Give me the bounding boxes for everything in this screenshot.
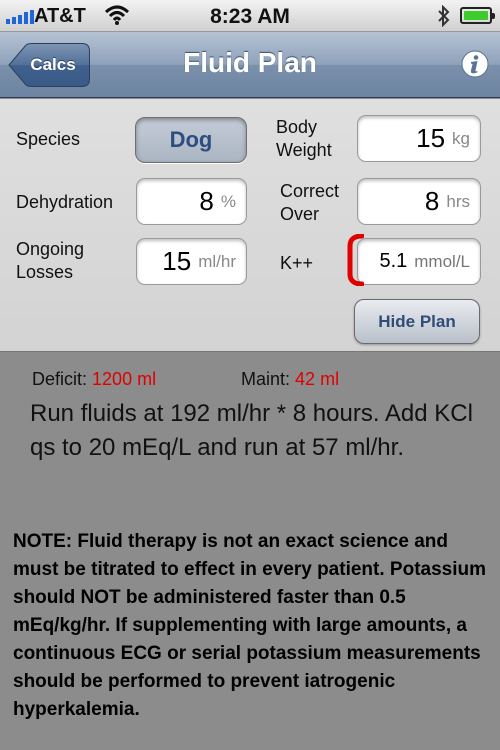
status-time: 8:23 AM — [210, 5, 290, 28]
note-text: NOTE: Fluid therapy is not an exact scie… — [13, 531, 486, 720]
correct-over-value: 8 — [424, 186, 440, 216]
potassium-label: K++ — [280, 253, 314, 273]
hide-plan-button[interactable]: Hide Plan — [354, 299, 480, 344]
results-panel: Deficit: 1200 ml Maint: 42 ml Run fluids… — [0, 353, 500, 750]
ongoing-losses-field[interactable]: 15 ml/hr — [136, 238, 247, 285]
species-button[interactable]: Dog — [135, 117, 247, 163]
body-weight-value: 15 — [416, 123, 446, 153]
navigation-bar: Calcs Fluid Plan — [0, 32, 500, 98]
dehydration-unit: % — [220, 191, 236, 211]
info-icon[interactable] — [460, 49, 490, 79]
dehydration-value: 8 — [199, 186, 214, 216]
potassium-value: 5.1 — [379, 250, 408, 272]
correct-over-unit: hrs — [446, 191, 470, 211]
maint-value: 42 ml — [295, 369, 340, 389]
bluetooth-icon — [438, 5, 450, 27]
maint-summary: Maint: 42 ml — [241, 369, 339, 390]
deficit-value: 1200 ml — [92, 369, 157, 389]
deficit-label: Deficit: — [32, 369, 88, 389]
status-bar: AT&T 8:23 AM — [0, 0, 500, 32]
invalid-value-highlight — [347, 234, 364, 286]
body-weight-field[interactable]: 15 kg — [357, 115, 481, 162]
fluid-plan-text: Run fluids at 192 ml/hr * 8 hours. Add K… — [30, 400, 473, 461]
dehydration-field[interactable]: 8 % — [136, 178, 247, 225]
body-weight-unit: kg — [452, 128, 470, 148]
maint-label: Maint: — [241, 369, 291, 389]
page-title: Fluid Plan — [183, 47, 317, 78]
battery-icon — [460, 7, 495, 24]
input-panel: Species Dog Body Weight 15 kg Dehydratio… — [0, 99, 500, 352]
dehydration-label: Dehydration — [16, 192, 114, 212]
ongoing-losses-unit: ml/hr — [198, 251, 236, 271]
potassium-field[interactable]: 5.1 mmol/L — [357, 238, 481, 285]
deficit-summary: Deficit: 1200 ml — [32, 369, 156, 390]
correct-over-field[interactable]: 8 hrs — [357, 178, 481, 225]
body-weight-label: Body Weight — [276, 117, 332, 160]
species-label: Species — [16, 129, 81, 149]
ongoing-losses-value: 15 — [162, 246, 192, 276]
potassium-unit: mmol/L — [414, 251, 470, 271]
ongoing-losses-label: Ongoing Losses — [16, 239, 85, 282]
correct-over-label: Correct Over — [280, 181, 340, 224]
